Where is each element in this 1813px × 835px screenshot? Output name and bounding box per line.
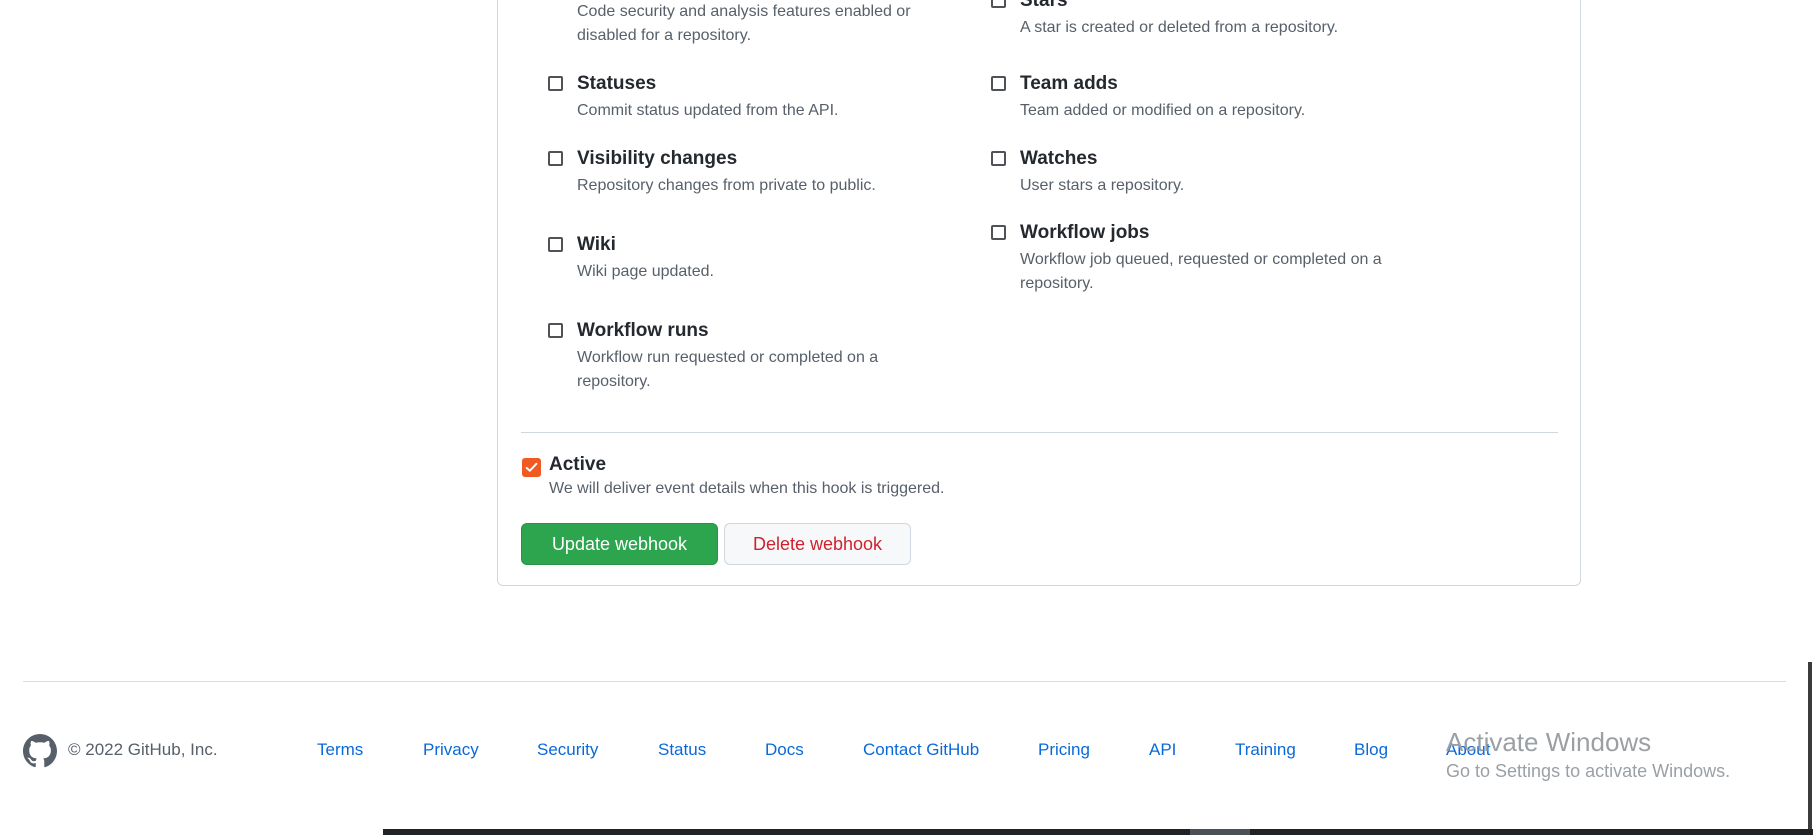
statuses-checkbox[interactable] (548, 76, 563, 91)
visibility-changes-checkbox[interactable] (548, 151, 563, 166)
workflow-jobs-checkbox[interactable] (991, 225, 1006, 240)
active-description: We will deliver event details when this … (549, 480, 945, 497)
team-adds-checkbox[interactable] (991, 76, 1006, 91)
event-title: Visibility changes (577, 148, 738, 169)
taskbar-active-item[interactable] (1190, 829, 1250, 835)
github-mark-icon[interactable] (23, 734, 57, 768)
event-title: Stars (1020, 0, 1068, 11)
event-desc: Repository changes from private to publi… (577, 177, 876, 194)
footer-link-blog[interactable]: Blog (1354, 740, 1388, 760)
taskbar-strip (383, 829, 1813, 835)
footer-link-api[interactable]: API (1149, 740, 1176, 760)
event-title: Watches (1020, 148, 1098, 169)
delete-webhook-button[interactable]: Delete webhook (724, 523, 911, 565)
event-title: Workflow runs (577, 320, 709, 341)
watches-checkbox[interactable] (991, 151, 1006, 166)
event-title: Team adds (1020, 73, 1118, 94)
event-title: Statuses (577, 73, 657, 94)
event-desc: Workflow job queued, requested or comple… (1020, 251, 1382, 292)
active-checkbox[interactable] (522, 458, 541, 477)
wiki-checkbox[interactable] (548, 237, 563, 252)
event-desc: Wiki page updated. (577, 263, 714, 280)
event-desc: User stars a repository. (1020, 177, 1185, 194)
event-title: Wiki (577, 234, 616, 255)
footer-link-status[interactable]: Status (658, 740, 706, 760)
workflow-runs-checkbox[interactable] (548, 323, 563, 338)
event-desc: Commit status updated from the API. (577, 102, 839, 119)
footer-divider (23, 681, 1786, 682)
footer-link-training[interactable]: Training (1235, 740, 1296, 760)
footer-link-pricing[interactable]: Pricing (1038, 740, 1090, 760)
activate-windows-title: Activate Windows (1446, 727, 1652, 757)
event-desc: Team added or modified on a repository. (1020, 102, 1306, 119)
footer-link-security[interactable]: Security (537, 740, 598, 760)
footer-copyright: © 2022 GitHub, Inc. (68, 740, 218, 759)
update-webhook-button[interactable]: Update webhook (521, 523, 718, 565)
event-desc: A star is created or deleted from a repo… (1020, 19, 1339, 36)
stars-checkbox[interactable] (991, 0, 1006, 8)
footer-link-privacy[interactable]: Privacy (423, 740, 479, 760)
event-desc: Code security and analysis features enab… (577, 3, 911, 44)
checkmark-icon (525, 462, 538, 472)
page-scrollbar[interactable] (1808, 662, 1812, 835)
active-label: Active (549, 454, 607, 475)
section-divider (521, 432, 1558, 433)
footer-link-contact-github[interactable]: Contact GitHub (863, 740, 979, 760)
event-title: Workflow jobs (1020, 222, 1150, 243)
footer-link-terms[interactable]: Terms (317, 740, 363, 760)
activate-windows-subtitle: Go to Settings to activate Windows. (1446, 761, 1731, 781)
footer-link-docs[interactable]: Docs (765, 740, 804, 760)
event-desc: Workflow run requested or completed on a… (577, 349, 879, 390)
